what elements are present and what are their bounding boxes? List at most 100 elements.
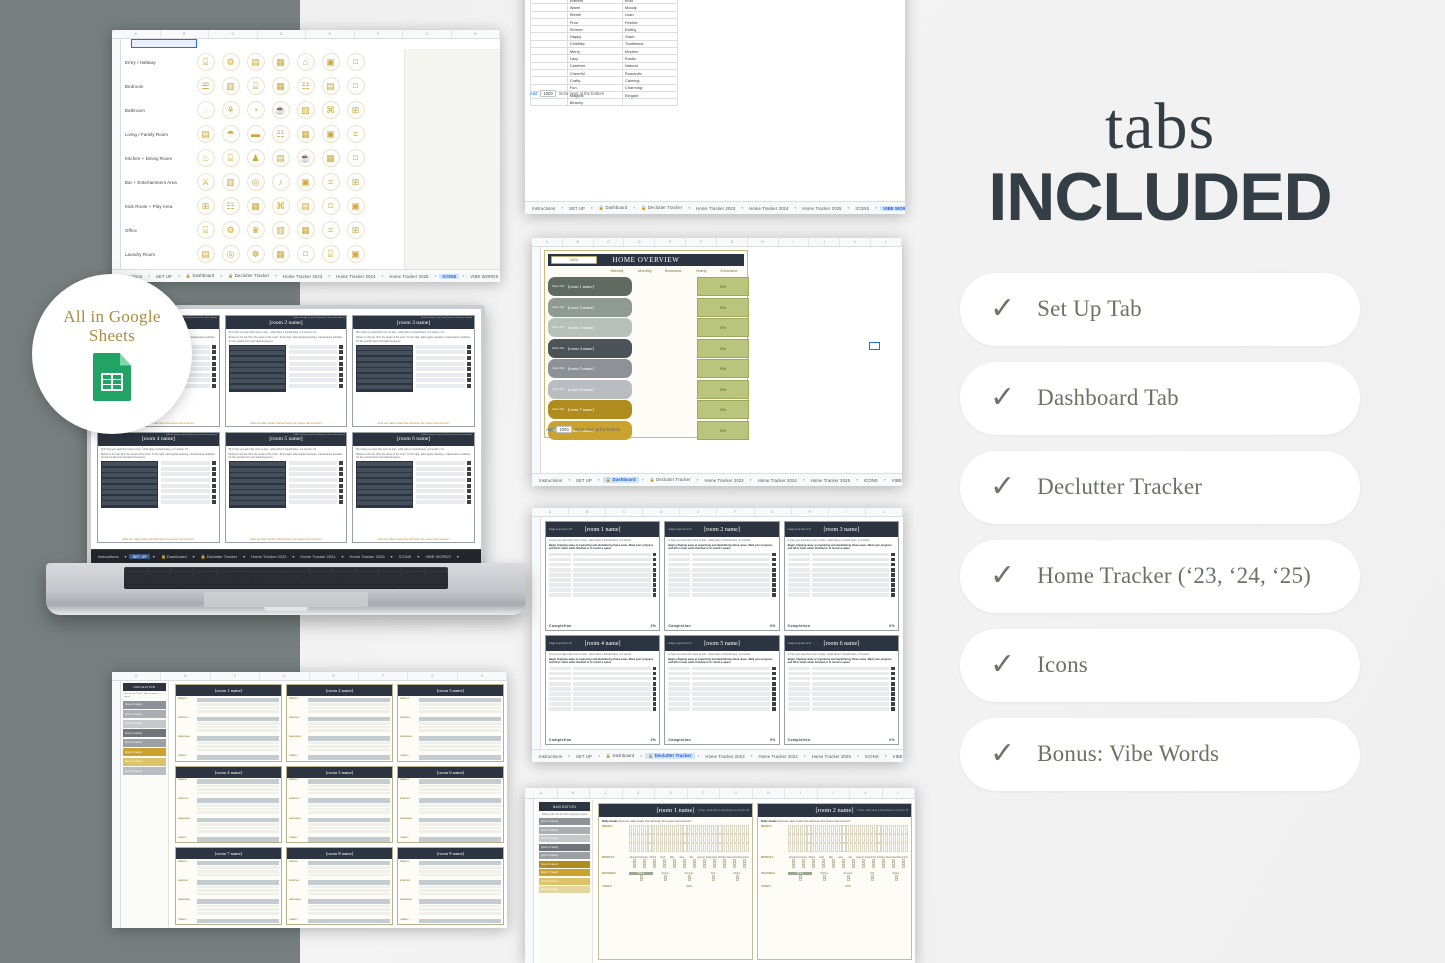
- day-cell[interactable]: [850, 825, 854, 834]
- area-field[interactable]: [357, 462, 413, 467]
- sheet-tab-dashboard[interactable]: 🔒 Dashboard: [158, 554, 190, 559]
- day-cell[interactable]: [893, 843, 897, 852]
- activity-row[interactable]: [160, 472, 216, 477]
- table-cell[interactable]: Moody: [621, 3, 679, 12]
- day-cell[interactable]: [656, 834, 660, 843]
- dashboard-room-row[interactable]: Select Tab: [room 7 name]: [548, 400, 632, 419]
- month-check-cell[interactable]: [659, 865, 669, 868]
- day-cell[interactable]: [706, 825, 710, 834]
- navigation-room-link[interactable]: [room 3 name]: [539, 835, 590, 843]
- table-cell[interactable]: [530, 17, 568, 27]
- sheet-tab-home-tracker-2025[interactable]: Home Tracker 2025: [386, 274, 431, 279]
- day-cell[interactable]: [869, 843, 873, 852]
- task-checkbox[interactable]: [891, 593, 895, 598]
- day-cell[interactable]: [904, 834, 908, 843]
- day-cell[interactable]: [648, 825, 652, 834]
- day-cell[interactable]: [807, 825, 811, 834]
- cell[interactable]: [677, 878, 701, 881]
- dashboard-room-row[interactable]: Select Tab: [room 1 name]: [548, 277, 632, 296]
- checkbox-icon[interactable]: [702, 865, 706, 868]
- declutter-task-row[interactable]: [549, 557, 657, 562]
- table-cell[interactable]: Lazy: [566, 54, 623, 63]
- frequency-marker[interactable]: [211, 361, 216, 366]
- day-cell[interactable]: [714, 825, 718, 834]
- day-cell[interactable]: [656, 825, 660, 834]
- tab-dropdown-icon[interactable]: ▾: [193, 554, 195, 559]
- day-cell[interactable]: [745, 825, 749, 834]
- cell[interactable]: [725, 878, 749, 881]
- task-checkbox[interactable]: [772, 562, 776, 567]
- day-cell[interactable]: [791, 825, 795, 834]
- add-rows-link[interactable]: Add: [546, 427, 553, 432]
- day-cell[interactable]: [830, 834, 834, 843]
- frequency-marker[interactable]: [339, 350, 344, 355]
- activity-row[interactable]: [288, 472, 344, 477]
- dashboard-room-row[interactable]: Select Tab: [room 6 name]: [548, 379, 632, 399]
- day-cell[interactable]: [683, 834, 687, 843]
- navigation-sidebar[interactable]: NAVIGATION Click on the “Go To” links to…: [121, 681, 169, 928]
- icon-cell[interactable]: ▦: [293, 218, 318, 242]
- icon-cell[interactable]: ♨: [193, 146, 218, 170]
- task-checkbox[interactable]: [772, 573, 776, 577]
- sheet-tab-vibe-words[interactable]: VIBE WORDS: [467, 274, 500, 279]
- day-cell[interactable]: [877, 834, 881, 843]
- month-check-cell[interactable]: [669, 865, 679, 868]
- icon-cell[interactable]: ⊞: [343, 170, 368, 194]
- sheet-tab-bar[interactable]: Instructions▾SET UP▾🔒 Dashboard▾🔒 Declut…: [91, 549, 481, 563]
- cell-cursor[interactable]: [869, 342, 880, 350]
- sheet-tab-home-tracker-2023[interactable]: Home Tracker 2023: [702, 754, 747, 759]
- day-cell[interactable]: [815, 843, 819, 852]
- month-check-cell[interactable]: [719, 865, 729, 868]
- navigation-room-link[interactable]: [room 6 name]: [123, 748, 166, 757]
- task-checkbox[interactable]: [772, 588, 776, 592]
- tab-dropdown-icon[interactable]: ▾: [153, 554, 155, 559]
- sheet-tab-home-tracker-2023[interactable]: Home Tracker 2023: [280, 274, 325, 279]
- screenshot-declutter-tracker-sheet[interactable]: AB CD EF GH IJ image to go here in th [ro…: [532, 508, 903, 762]
- month-check-cell[interactable]: [868, 865, 878, 868]
- icon-cell[interactable]: ▤: [293, 194, 318, 218]
- day-cell[interactable]: [730, 834, 734, 843]
- task-checkbox[interactable]: [891, 567, 895, 572]
- icon-cell[interactable]: ▣: [343, 194, 368, 218]
- task-checkbox[interactable]: [891, 697, 895, 701]
- icon-cell[interactable]: ⌂: [293, 50, 318, 74]
- table-cell[interactable]: Warm: [566, 3, 623, 12]
- cell[interactable]: [701, 878, 725, 881]
- sheet-tab-set-up[interactable]: SET UP: [573, 754, 595, 759]
- day-cell[interactable]: [664, 825, 668, 834]
- day-cell[interactable]: [671, 825, 675, 834]
- sheet-tab-declutter-tracker[interactable]: 🔒 Declutter Tracker: [638, 205, 685, 211]
- icon-cell[interactable]: ▤: [268, 146, 293, 170]
- day-cell[interactable]: [823, 843, 827, 852]
- day-cell[interactable]: [823, 825, 827, 834]
- area-field[interactable]: [357, 473, 413, 478]
- navigation-room-link[interactable]: [room 4 name]: [539, 843, 590, 851]
- tab-dropdown-icon[interactable]: ▾: [417, 554, 419, 559]
- day-cell[interactable]: [632, 834, 636, 843]
- day-cell[interactable]: [671, 834, 675, 843]
- frequency-marker[interactable]: [466, 466, 471, 471]
- area-field[interactable]: [229, 379, 285, 384]
- icon-cell[interactable]: ◎: [243, 170, 268, 194]
- day-cell[interactable]: [869, 834, 873, 843]
- tab-dropdown-icon[interactable]: ▾: [391, 554, 393, 559]
- declutter-task-row[interactable]: [668, 702, 776, 706]
- day-cell[interactable]: [846, 825, 850, 834]
- table-cell[interactable]: [530, 76, 568, 85]
- area-field[interactable]: [229, 362, 285, 367]
- day-cell[interactable]: [652, 843, 656, 852]
- checkbox-icon[interactable]: [861, 865, 865, 868]
- task-checkbox[interactable]: [772, 557, 776, 562]
- task-checkbox[interactable]: [891, 671, 895, 676]
- day-cell[interactable]: [799, 825, 803, 834]
- tab-dropdown-icon[interactable]: ▾: [884, 478, 886, 482]
- month-check-cell[interactable]: [818, 865, 828, 868]
- tab-dropdown-icon[interactable]: ▾: [243, 554, 245, 559]
- day-cell[interactable]: [699, 825, 703, 834]
- checkbox-icon[interactable]: [735, 878, 739, 881]
- day-cell[interactable]: [811, 843, 815, 852]
- frequency-marker[interactable]: [211, 461, 216, 466]
- table-cell[interactable]: Crafty: [566, 76, 623, 85]
- activity-row[interactable]: [416, 344, 471, 349]
- icon-cell[interactable]: ⚙: [218, 50, 243, 74]
